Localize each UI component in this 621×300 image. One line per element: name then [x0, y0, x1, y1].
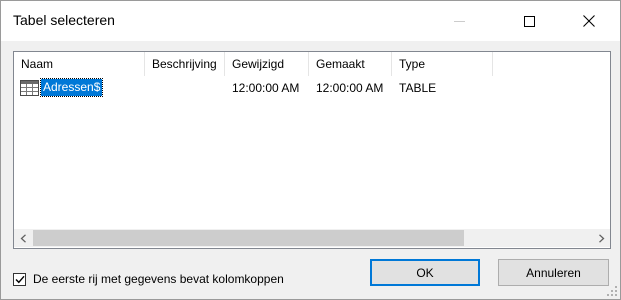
close-button[interactable]: [566, 1, 612, 41]
row-type-cell: TABLE: [399, 81, 437, 95]
first-row-headers-checkbox[interactable]: [13, 272, 26, 286]
resize-grip-icon[interactable]: [606, 285, 618, 297]
table-icon: [20, 80, 39, 96]
horizontal-scrollbar[interactable]: [14, 229, 610, 247]
maximize-button[interactable]: [506, 1, 552, 41]
table-list[interactable]: Naam Beschrijving Gewijzigd Gemaakt Type…: [13, 51, 611, 249]
checkmark-icon: [15, 275, 25, 283]
maximize-icon: [523, 15, 535, 27]
first-row-headers-label: De eerste rij met gegevens bevat kolomko…: [33, 272, 284, 286]
ok-button[interactable]: OK: [370, 259, 480, 286]
scroll-right-button[interactable]: [592, 229, 610, 247]
minimize-icon: [453, 20, 465, 22]
scroll-left-icon: [20, 233, 26, 243]
column-header-modified[interactable]: Gewijzigd: [225, 52, 308, 76]
row-created-cell: 12:00:00 AM: [316, 81, 384, 95]
cancel-button[interactable]: Annuleren: [498, 259, 609, 286]
row-description-cell: [145, 78, 224, 98]
column-header-row: Naam Beschrijving Gewijzigd Gemaakt Type: [14, 52, 592, 76]
table-row[interactable]: Adressen$ 12:00:00 AM 12:00:00 AM TABLE: [14, 78, 592, 98]
scroll-right-icon: [598, 233, 604, 243]
select-table-dialog: Tabel selecteren Naam Beschrijving Gewij…: [0, 0, 621, 300]
column-header-name[interactable]: Naam: [14, 52, 144, 76]
scrollbar-thumb[interactable]: [33, 230, 464, 246]
minimize-button[interactable]: [436, 1, 482, 41]
row-modified-cell: 12:00:00 AM: [232, 81, 300, 95]
scroll-left-button[interactable]: [14, 229, 32, 247]
row-name-cell[interactable]: Adressen$: [39, 78, 104, 97]
column-header-type[interactable]: Type: [392, 52, 492, 76]
first-row-headers-option[interactable]: De eerste rij met gegevens bevat kolomko…: [13, 269, 284, 289]
column-header-created[interactable]: Gemaakt: [309, 52, 391, 76]
column-divider[interactable]: [492, 52, 493, 76]
dialog-title: Tabel selecteren: [13, 12, 115, 28]
title-bar[interactable]: Tabel selecteren: [1, 1, 620, 41]
column-header-description[interactable]: Beschrijving: [145, 52, 224, 76]
close-icon: [583, 15, 595, 27]
